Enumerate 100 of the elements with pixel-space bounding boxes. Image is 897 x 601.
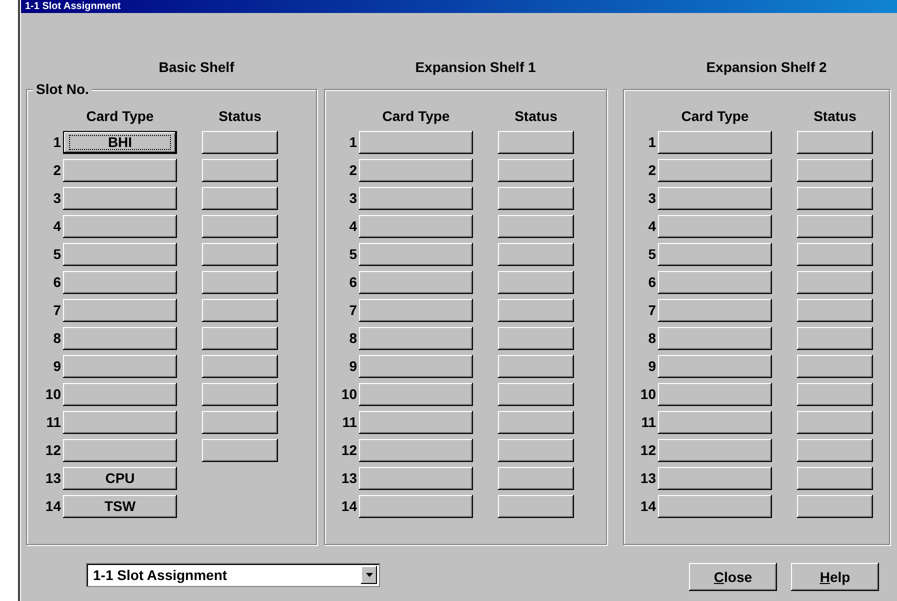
card-type-button[interactable] (63, 298, 177, 322)
status-button[interactable] (498, 382, 574, 406)
card-type-button[interactable] (359, 382, 473, 406)
slot-number: 9 (52, 358, 62, 374)
status-button[interactable] (498, 214, 574, 238)
card-type-button[interactable] (63, 354, 177, 378)
status-button[interactable] (202, 270, 278, 294)
card-type-button[interactable] (658, 186, 772, 210)
status-button[interactable] (202, 214, 278, 238)
card-type-button[interactable] (658, 438, 772, 462)
card-type-button[interactable] (658, 270, 772, 294)
card-type-button[interactable] (359, 466, 473, 490)
card-type-button[interactable] (359, 354, 473, 378)
card-type-button[interactable] (63, 382, 177, 406)
status-button[interactable] (202, 298, 278, 322)
slot-number: 11 (45, 414, 62, 430)
status-button[interactable] (498, 242, 574, 266)
status-button[interactable] (498, 494, 574, 518)
card-type-button[interactable] (359, 410, 473, 434)
card-type-button[interactable] (359, 438, 473, 462)
column-header: Card Type (85, 108, 155, 124)
card-type-button[interactable] (658, 130, 772, 154)
card-type-button[interactable] (359, 270, 473, 294)
card-type-button[interactable] (63, 270, 177, 294)
card-type-button[interactable] (63, 242, 177, 266)
status-button[interactable] (498, 354, 574, 378)
status-button[interactable] (202, 382, 278, 406)
status-button[interactable] (202, 186, 278, 210)
status-button[interactable] (202, 158, 278, 182)
card-type-button[interactable]: BHI (63, 130, 177, 154)
slot-number: 4 (647, 218, 657, 234)
status-button[interactable] (498, 326, 574, 350)
card-type-button[interactable] (359, 326, 473, 350)
column-header: Status (514, 108, 558, 124)
status-button[interactable] (202, 130, 278, 154)
card-type-button[interactable] (359, 214, 473, 238)
status-button[interactable] (498, 186, 574, 210)
view-dropdown[interactable]: 1-1 Slot Assignment (86, 563, 380, 587)
status-button[interactable] (202, 410, 278, 434)
card-type-button[interactable] (359, 158, 473, 182)
status-button[interactable] (797, 130, 873, 154)
column-header: Status (812, 108, 858, 124)
slot-number: 13 (340, 470, 358, 486)
status-button[interactable] (202, 354, 278, 378)
dialog-button[interactable]: Close (689, 563, 777, 591)
status-button[interactable] (498, 466, 574, 490)
status-button[interactable] (797, 158, 873, 182)
card-type-button[interactable] (658, 326, 772, 350)
status-button[interactable] (498, 298, 574, 322)
card-type-button[interactable] (658, 242, 772, 266)
status-button[interactable] (797, 298, 873, 322)
status-button[interactable] (797, 326, 873, 350)
card-type-button[interactable] (658, 214, 772, 238)
slot-number: 3 (647, 190, 657, 206)
status-button[interactable] (498, 270, 574, 294)
dialog-button[interactable]: Help (791, 563, 879, 591)
status-button[interactable] (797, 270, 873, 294)
status-button[interactable] (498, 438, 574, 462)
card-type-button[interactable] (63, 438, 177, 462)
card-type-button[interactable] (63, 158, 177, 182)
status-button[interactable] (797, 242, 873, 266)
slot-number: 3 (348, 190, 358, 206)
slot-number: 10 (639, 386, 657, 402)
status-button[interactable] (797, 382, 873, 406)
card-type-button[interactable] (359, 494, 473, 518)
status-button[interactable] (797, 214, 873, 238)
card-type-button[interactable] (658, 382, 772, 406)
card-type-button[interactable] (658, 494, 772, 518)
card-type-button[interactable] (63, 214, 177, 238)
status-button[interactable] (797, 466, 873, 490)
status-button[interactable] (797, 438, 873, 462)
card-type-button[interactable] (359, 298, 473, 322)
slot-number: 1 (52, 134, 62, 150)
status-button[interactable] (797, 354, 873, 378)
status-button[interactable] (202, 326, 278, 350)
card-type-button[interactable] (658, 354, 772, 378)
card-type-button[interactable] (658, 466, 772, 490)
card-type-button[interactable] (359, 242, 473, 266)
slot-number: 9 (647, 358, 657, 374)
card-type-button[interactable] (63, 410, 177, 434)
card-type-button[interactable] (658, 410, 772, 434)
status-button[interactable] (797, 410, 873, 434)
status-button[interactable] (498, 158, 574, 182)
card-type-button[interactable] (63, 186, 177, 210)
card-type-button[interactable] (63, 326, 177, 350)
status-button[interactable] (202, 438, 278, 462)
slot-number: 7 (647, 302, 657, 318)
card-type-button[interactable] (658, 298, 772, 322)
status-button[interactable] (498, 410, 574, 434)
status-button[interactable] (797, 494, 873, 518)
card-type-button[interactable] (359, 186, 473, 210)
card-type-button[interactable]: TSW (63, 494, 177, 518)
slot-number: 8 (647, 330, 657, 346)
status-button[interactable] (202, 242, 278, 266)
slot-number: 11 (640, 414, 657, 430)
card-type-button[interactable] (658, 158, 772, 182)
status-button[interactable] (498, 130, 574, 154)
card-type-button[interactable] (359, 130, 473, 154)
card-type-button[interactable]: CPU (63, 466, 177, 490)
status-button[interactable] (797, 186, 873, 210)
